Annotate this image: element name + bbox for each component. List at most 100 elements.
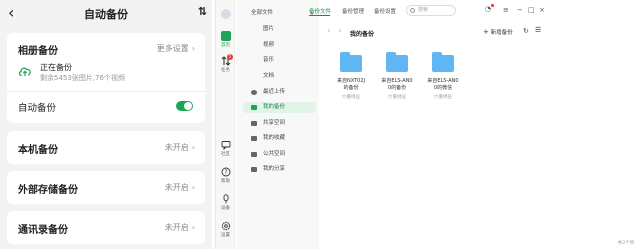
refresh-icon[interactable]: ↻	[523, 27, 529, 35]
chevron-right-icon: ›	[191, 183, 195, 192]
tree-public-space[interactable]: 公共空间	[243, 149, 316, 160]
tree-my-backups[interactable]: 我的备份	[243, 102, 316, 113]
folder-owner: 六重绿豆	[434, 95, 452, 100]
rail-community-label: 社区	[221, 152, 230, 157]
chevron-right-icon: ›	[191, 143, 195, 152]
tab-backup-manage[interactable]: 备份管理	[342, 7, 364, 15]
tree-recent-uploads[interactable]: 最近上传	[243, 87, 316, 98]
rail-help[interactable]: ? 帮助	[216, 167, 235, 184]
search-icon	[410, 8, 415, 13]
external-backup-value: 未开启	[164, 183, 189, 192]
album-card: 相册备份 更多设置 › 正在备份 剩余5453张图片,76个视频 自动备份	[7, 33, 205, 123]
more-settings-label: 更多设置	[156, 44, 189, 53]
external-backup-status: 未开启 ›	[165, 182, 195, 193]
sort-icon[interactable]: ⇅	[198, 5, 207, 18]
tree-public-space-label: 公共空间	[263, 151, 286, 157]
clock-icon	[251, 90, 257, 95]
folder-name: 来自ELS-AN0 0的微信	[425, 78, 461, 92]
tree-shared-space[interactable]: 共享空间	[243, 118, 316, 129]
rail-settings-label: 设置	[221, 233, 230, 238]
phone-header: ‹ 自动备份 ⇅	[0, 0, 212, 28]
tree-my-shares[interactable]: 我的分享	[243, 164, 316, 175]
local-backup-value: 未开启	[164, 143, 189, 152]
rail-home-label: 首页	[221, 43, 230, 48]
menu-icon[interactable]: ≡	[503, 6, 509, 14]
avatar-icon	[220, 9, 231, 19]
breadcrumb: 我的备份	[350, 31, 375, 38]
svg-text:?: ?	[224, 169, 227, 176]
tree-all-files-label: 全部文件	[251, 10, 274, 16]
rail-avatar[interactable]	[216, 9, 235, 19]
local-backup-row[interactable]: 本机备份 未开启 ›	[7, 131, 205, 164]
rail-help-label: 帮助	[221, 179, 230, 184]
folder-icon	[386, 52, 408, 72]
tree-my-backups-label: 我的备份	[263, 104, 286, 110]
contacts-backup-title: 通讯录备份	[18, 225, 68, 236]
help-icon: ?	[221, 167, 230, 177]
folder-name-line: 0的微信	[433, 85, 453, 91]
main-content: 备份文件 备份管理 备份设置 搜索 ◔ ≡ − □ × ‹ › 我的备份 + 新…	[309, 0, 640, 249]
tree-videos[interactable]: 视频	[243, 40, 316, 51]
tab-indicator	[309, 15, 330, 16]
tree-favorites[interactable]: 我的收藏	[243, 133, 316, 144]
rail-tasks-label: 任务	[221, 68, 230, 73]
tree-all-files[interactable]: 全部文件 ▾	[243, 8, 316, 19]
close-icon[interactable]: ×	[539, 6, 545, 14]
tab-backup-settings[interactable]: 备份设置	[374, 7, 396, 15]
folder-name-line: 来自ELS-AN0	[381, 78, 413, 84]
folder-icon	[432, 52, 454, 72]
chevron-right-icon: ›	[191, 223, 195, 232]
folder-item[interactable]: 来自NXT02J 的备份 六重绿豆	[333, 52, 369, 100]
plus-icon: +	[483, 28, 489, 36]
star-icon	[251, 136, 257, 141]
rail-community[interactable]: 社区	[216, 140, 235, 157]
tree-music[interactable]: 音乐	[243, 55, 316, 66]
external-backup-row[interactable]: 外部存储备份 未开启 ›	[7, 171, 205, 204]
contacts-backup-value: 未开启	[164, 223, 189, 232]
chevron-right-icon: ›	[191, 44, 195, 53]
folder-name: 来自NXT02J 的备份	[333, 78, 369, 92]
phone-panel: ‹ 自动备份 ⇅ 相册备份 更多设置 › 正在备份 剩余5453张图片,76个视频…	[0, 0, 212, 249]
folder-name-line: 来自NXT02J	[337, 78, 365, 84]
folder-item[interactable]: 来自ELS-AN0 0的微信 六重绿豆	[425, 52, 461, 100]
external-backup-title: 外部存储备份	[18, 185, 78, 196]
tree-pictures[interactable]: 图片	[243, 24, 316, 35]
new-backup-button[interactable]: + 新增备份	[483, 28, 513, 36]
rail-device[interactable]: 设备	[216, 194, 235, 211]
tree-documents[interactable]: 文档	[243, 71, 316, 82]
settings-icon	[221, 221, 230, 231]
auto-backup-toggle[interactable]	[176, 101, 193, 111]
folder-name-line: 来自ELS-AN0	[427, 78, 459, 84]
nav-forward-icon[interactable]: ›	[338, 26, 342, 36]
local-backup-title: 本机备份	[18, 145, 58, 156]
folder-name-line: 的备份	[343, 85, 359, 91]
contacts-backup-row[interactable]: 通讯录备份 未开启 ›	[7, 211, 205, 244]
search-input[interactable]: 搜索	[406, 5, 456, 16]
tree-recent-uploads-label: 最近上传	[263, 89, 286, 95]
maximize-icon[interactable]: □	[528, 6, 535, 14]
phone-title: 自动备份	[84, 8, 128, 21]
desktop-window: 首页 5 任务 社区 ? 帮助 设备 设置 全部文件 ▾ 图片 视频 音乐 文档…	[215, 0, 640, 249]
device-icon	[223, 194, 228, 204]
tree-favorites-label: 我的收藏	[263, 135, 286, 141]
file-tree: 全部文件 ▾ 图片 视频 音乐 文档 最近上传 我的备份 共享空间 我的收藏 公…	[236, 0, 319, 249]
auto-backup-label: 自动备份	[18, 103, 57, 114]
shared-icon	[251, 121, 257, 126]
divider	[7, 91, 205, 92]
rail-home[interactable]: 首页	[216, 31, 235, 48]
item-count: 共3个项	[617, 241, 634, 246]
rail-tasks[interactable]: 5 任务	[216, 54, 235, 73]
backup-icon	[251, 105, 257, 110]
local-backup-status: 未开启 ›	[165, 142, 195, 153]
folder-owner: 六重绿豆	[342, 95, 360, 100]
rail-device-label: 设备	[221, 206, 230, 211]
list-view-icon[interactable]: ☰	[535, 26, 541, 34]
share-icon	[251, 167, 257, 172]
rail-settings[interactable]: 设置	[216, 221, 235, 238]
more-settings-link[interactable]: 更多设置 ›	[157, 43, 195, 54]
album-backup-title: 相册备份	[18, 46, 58, 57]
nav-back-icon[interactable]: ‹	[327, 26, 331, 36]
minimize-icon[interactable]: −	[517, 6, 523, 14]
tab-backup-files[interactable]: 备份文件	[309, 7, 331, 15]
folder-item[interactable]: 来自ELS-AN0 0的备份 六重绿豆	[379, 52, 415, 100]
